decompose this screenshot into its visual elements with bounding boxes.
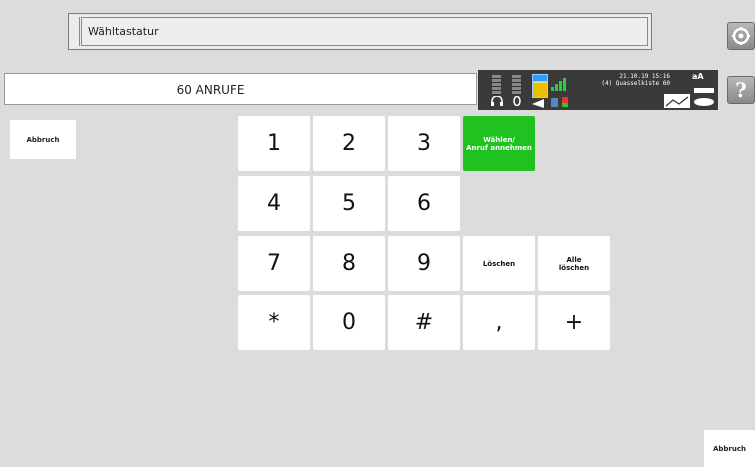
key-3[interactable]: 3 <box>388 116 460 171</box>
status-contact: (4) Quasselkiste 60 <box>601 80 670 87</box>
level-meter-left <box>492 75 501 95</box>
font-size-label: aA <box>692 72 704 81</box>
dial-label-line2: Anruf annehmen <box>466 143 532 152</box>
delete-all-line1: Alle <box>566 255 582 264</box>
key-2[interactable]: 2 <box>313 116 385 171</box>
microphone-icon <box>513 96 521 106</box>
key-4[interactable]: 4 <box>238 176 310 231</box>
dial-button[interactable]: Wählen/ Anruf annehmen <box>463 116 535 171</box>
key-9[interactable]: 9 <box>388 236 460 291</box>
key-5[interactable]: 5 <box>313 176 385 231</box>
key-star[interactable]: * <box>238 295 310 350</box>
page-title: Wähltastatur <box>81 17 648 46</box>
headset-icon <box>491 96 503 106</box>
key-plus[interactable]: + <box>538 295 610 350</box>
help-button[interactable]: ? <box>727 76 755 104</box>
window-title-box: Wähltastatur <box>68 13 652 50</box>
settings-button[interactable] <box>727 22 755 50</box>
key-0[interactable]: 0 <box>313 295 385 350</box>
settings-icon <box>732 27 750 45</box>
abort-button-right[interactable]: Abbruch <box>704 430 755 467</box>
key-6[interactable]: 6 <box>388 176 460 231</box>
key-comma[interactable]: , <box>463 295 535 350</box>
key-7[interactable]: 7 <box>238 236 310 291</box>
key-8[interactable]: 8 <box>313 236 385 291</box>
chart-icon <box>664 94 690 108</box>
dial-label-line1: Wählen/ <box>483 135 515 144</box>
level-meter-right <box>512 75 521 95</box>
delete-all-button[interactable]: Alle löschen <box>538 236 610 291</box>
key-hash[interactable]: # <box>388 295 460 350</box>
status-bar: 21.10.19 15:16 (4) Quasselkiste 60 aA <box>478 70 718 110</box>
keyboard-icon[interactable] <box>692 84 716 108</box>
number-display: 60 ANRUFE <box>4 73 477 105</box>
device-icon <box>551 97 568 107</box>
help-icon: ? <box>735 78 747 102</box>
key-1[interactable]: 1 <box>238 116 310 171</box>
battery-icon <box>532 74 548 98</box>
abort-button-left[interactable]: Abbruch <box>10 120 76 159</box>
delete-all-line2: löschen <box>558 263 590 272</box>
signal-icon <box>551 78 566 91</box>
volume-icon <box>532 99 544 108</box>
delete-button[interactable]: Löschen <box>463 236 535 291</box>
status-date: 21.10.19 15:16 <box>619 73 670 80</box>
